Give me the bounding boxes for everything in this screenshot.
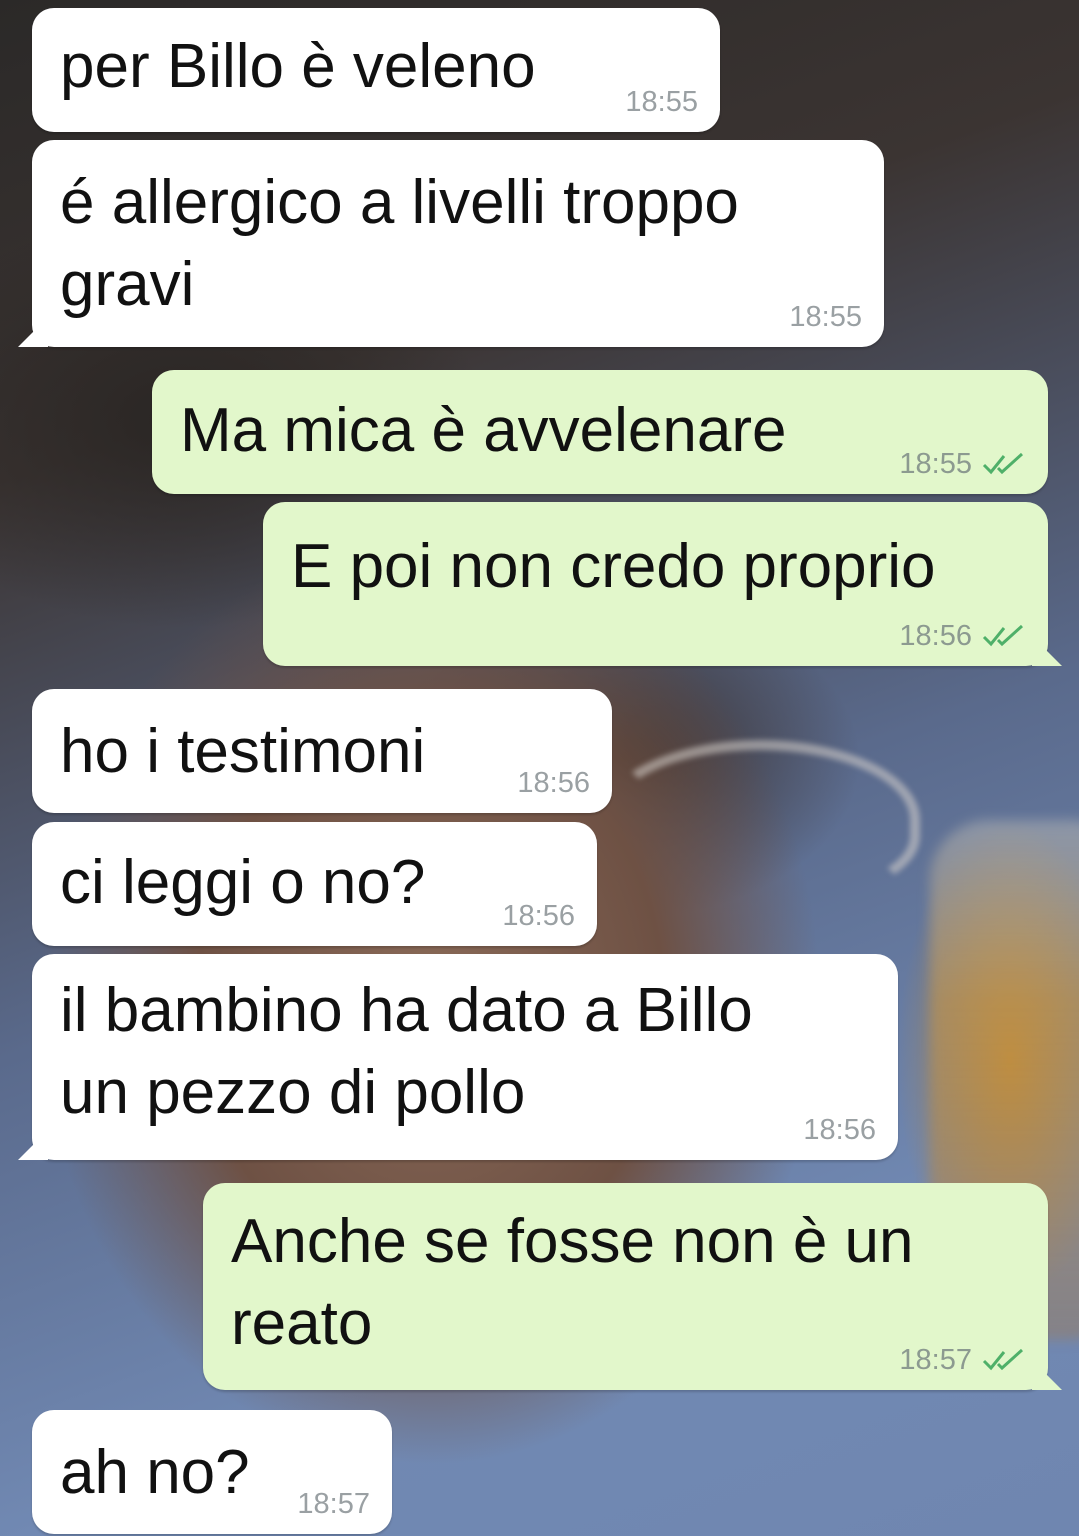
message-text: per Billo è veleno <box>60 32 536 101</box>
message-text: E poi non credo proprio <box>291 532 936 601</box>
message-outgoing[interactable]: Ma mica è avvelenare 18:55 <box>152 370 1048 494</box>
message-text: ci leggi o no? <box>60 848 426 917</box>
message-incoming[interactable]: ci leggi o no? 18:56 <box>32 822 597 946</box>
message-time: 18:56 <box>899 620 972 652</box>
message-incoming[interactable]: ho i testimoni 18:56 <box>32 689 612 813</box>
message-meta: 18:56 <box>502 900 575 932</box>
message-list[interactable]: per Billo è veleno 18:55 é allergico a l… <box>0 0 1079 1536</box>
message-incoming[interactable]: é allergico a livelli troppo gravi 18:55 <box>32 140 884 347</box>
message-meta: 18:55 <box>625 86 698 118</box>
message-text: é allergico a livelli troppo gravi <box>60 168 739 319</box>
message-incoming[interactable]: il bambino ha dato a Billo un pezzo di p… <box>32 954 898 1160</box>
message-incoming[interactable]: ah no? 18:57 <box>32 1410 392 1534</box>
message-time: 18:57 <box>899 1344 972 1376</box>
double-check-icon <box>982 1348 1024 1371</box>
message-meta: 18:57 <box>297 1488 370 1520</box>
message-time: 18:57 <box>297 1488 370 1520</box>
message-text: ho i testimoni <box>60 717 426 786</box>
message-outgoing[interactable]: E poi non credo proprio 18:56 <box>263 502 1048 666</box>
message-text: Ma mica è avvelenare <box>180 396 787 465</box>
message-text: Anche se fosse non è un reato <box>231 1207 914 1358</box>
message-time: 18:55 <box>625 86 698 118</box>
double-check-icon <box>982 624 1024 647</box>
message-meta: 18:56 <box>517 767 590 799</box>
message-text: il bambino ha dato a Billo un pezzo di p… <box>60 976 753 1127</box>
double-check-icon <box>982 452 1024 475</box>
message-outgoing[interactable]: Anche se fosse non è un reato 18:57 <box>203 1183 1048 1390</box>
message-meta: 18:56 <box>803 1114 876 1146</box>
message-time: 18:56 <box>803 1114 876 1146</box>
message-time: 18:55 <box>899 448 972 480</box>
message-meta: 18:55 <box>899 448 1026 480</box>
message-meta: 18:55 <box>789 301 862 333</box>
message-incoming[interactable]: per Billo è veleno 18:55 <box>32 8 720 132</box>
message-meta: 18:57 <box>899 1344 1026 1376</box>
message-meta: 18:56 <box>899 620 1026 652</box>
message-text: ah no? <box>60 1438 250 1507</box>
message-time: 18:56 <box>502 900 575 932</box>
message-time: 18:56 <box>517 767 590 799</box>
message-time: 18:55 <box>789 301 862 333</box>
